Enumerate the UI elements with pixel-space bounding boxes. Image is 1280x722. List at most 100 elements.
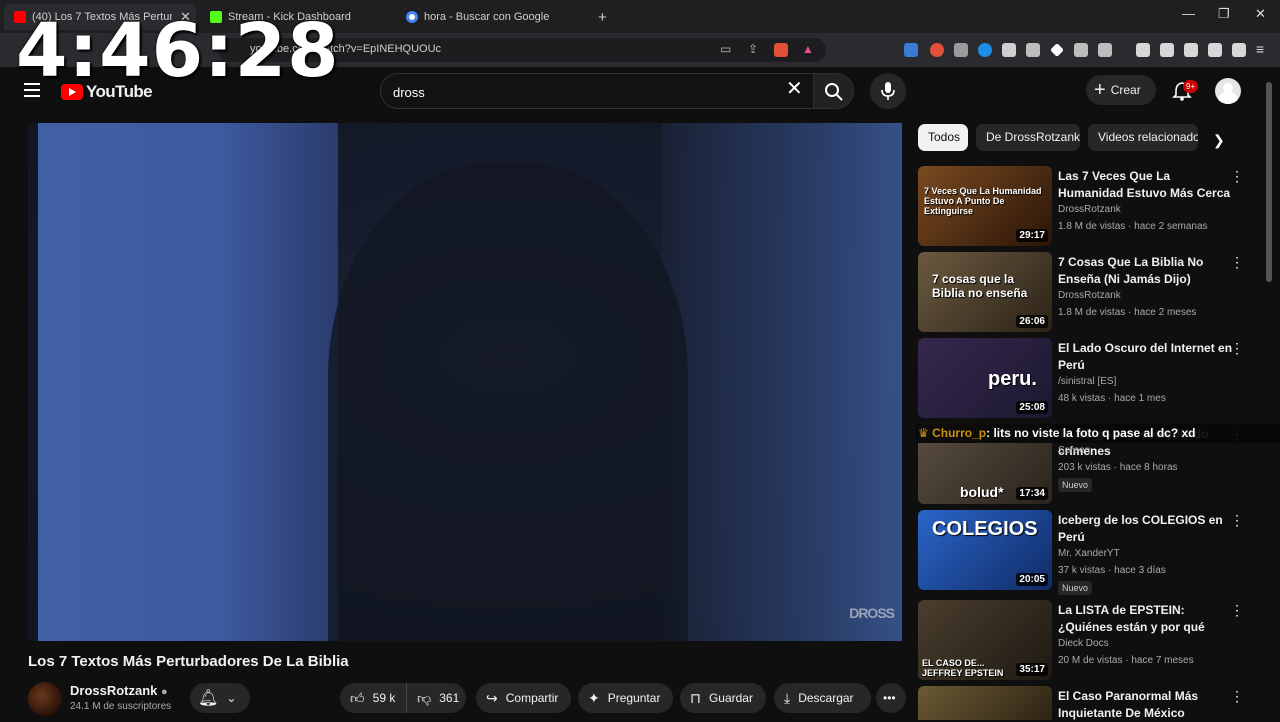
search-input[interactable] <box>393 82 773 102</box>
recommendation-item[interactable]: COLEGIOS 20:05 Iceberg de los COLEGIOS e… <box>918 510 1248 595</box>
new-tab-button[interactable]: + <box>598 4 618 30</box>
more-vertical-icon[interactable]: ⋮ <box>1230 512 1244 529</box>
video-thumbnail[interactable]: 7 Veces Que La Humanidad Estuvo A Punto … <box>918 166 1052 246</box>
maximize-icon[interactable]: ❐ <box>1218 6 1230 22</box>
plus-icon: + <box>1094 79 1106 101</box>
video-player[interactable]: DROSS <box>28 123 902 641</box>
chip-from-channel[interactable]: De DrossRotzank <box>976 124 1080 151</box>
translate-extension-icon[interactable] <box>904 43 918 57</box>
close-window-icon[interactable]: ✕ <box>1255 6 1266 22</box>
ask-label: Preguntar <box>607 691 661 705</box>
shield-extension-icon[interactable] <box>954 43 968 57</box>
search-box <box>380 73 814 109</box>
recommendation-item[interactable]: EL CASO DE... JEFFREY EPSTEIN 35:17 La L… <box>918 600 1248 680</box>
recommendation-channel[interactable]: /sinistral [ES] <box>1058 376 1116 387</box>
channel-watermark: DROSS <box>849 605 895 621</box>
music-icon[interactable] <box>1136 43 1150 57</box>
more-vertical-icon[interactable]: ⋮ <box>1230 340 1244 357</box>
chip-all[interactable]: Todos <box>918 124 968 151</box>
subscription-bell-button[interactable]: 🔔︎ ⌄ <box>190 683 250 713</box>
browser-tab-google[interactable]: hora - Buscar con Google <box>396 4 592 30</box>
clear-search-icon[interactable]: ✕ <box>786 79 803 99</box>
sparkle-icon: ✦ <box>588 689 600 706</box>
channel-avatar[interactable] <box>28 682 62 716</box>
video-thumbnail[interactable]: COLEGIOS 20:05 <box>918 510 1052 590</box>
recommendation-meta: 1.8 M de vistas · hace 2 meses <box>1058 307 1197 318</box>
recommendation-meta: 20 M de vistas · hace 7 meses <box>1058 655 1194 666</box>
recommendation-title[interactable]: La LISTA de EPSTEIN: ¿Quiénes están y po… <box>1058 602 1236 636</box>
more-vertical-icon[interactable]: ⋮ <box>1230 602 1244 619</box>
more-vertical-icon[interactable]: ⋮ <box>1230 688 1244 705</box>
share-icon: ↪ <box>486 689 498 706</box>
bell-icon: 🔔︎ <box>198 690 219 707</box>
recommendation-item[interactable]: 7 cosas que la Biblia no enseña 26:06 7 … <box>918 252 1248 332</box>
chat-message: lits no viste la foto q pase al dc? xd <box>993 426 1196 440</box>
brave-shield-icon[interactable] <box>774 43 788 57</box>
account-avatar[interactable] <box>1215 78 1241 104</box>
thumbnail-text: EL CASO DE... JEFFREY EPSTEIN <box>922 658 1004 678</box>
recommendation-item[interactable]: peru. 25:08 El Lado Oscuro del Internet … <box>918 338 1248 418</box>
chip-related[interactable]: Videos relacionados <box>1088 124 1198 151</box>
recommendation-title[interactable]: El Lado Oscuro del Internet en Perú <box>1058 340 1236 374</box>
recommendation-item[interactable]: El Caso Paranormal Más Inquietante De Mé… <box>918 686 1248 720</box>
thumbnail-text: COLEGIOS <box>932 518 1038 540</box>
video-frame-left <box>38 123 338 641</box>
wallet-icon[interactable] <box>1184 43 1198 57</box>
recommendation-meta: 37 k vistas · hace 3 días <box>1058 565 1166 576</box>
like-button[interactable]: 👍︎ 59 k <box>340 683 406 713</box>
share-label: Compartir <box>505 691 559 705</box>
chips-next-icon[interactable]: ❯ <box>1213 132 1225 149</box>
channel-name[interactable]: DrossRotzank ● <box>70 683 168 698</box>
video-frame-figure <box>328 163 688 641</box>
browser-menu-icon[interactable]: ≡ <box>1256 41 1264 57</box>
capture-extension-icon[interactable] <box>1098 43 1112 57</box>
voice-search-button[interactable] <box>870 73 906 109</box>
dislike-button[interactable]: 👎︎ 361 <box>406 683 466 713</box>
video-duration: 35:17 <box>1016 663 1048 676</box>
video-thumbnail[interactable] <box>918 686 1052 720</box>
cast-icon[interactable]: ▭ <box>720 42 731 56</box>
recommendation-title[interactable]: 7 Cosas Que La Biblia No Enseña (Ni Jamá… <box>1058 254 1236 288</box>
ai-icon[interactable] <box>1208 43 1222 57</box>
recommendation-title[interactable]: El Caso Paranormal Más Inquietante De Mé… <box>1058 688 1236 722</box>
save-button[interactable]: ⊓ Guardar <box>680 683 766 713</box>
diamond-extension-icon[interactable] <box>1050 43 1064 57</box>
search-icon <box>825 83 843 101</box>
share-button[interactable]: ↪ Compartir <box>476 683 571 713</box>
recommendation-channel[interactable]: DrossRotzank <box>1058 204 1121 215</box>
new-badge: Nuevo <box>1058 478 1093 492</box>
recommendation-channel[interactable]: DrossRotzank <box>1058 290 1121 301</box>
brave-rewards-icon[interactable]: ▲ <box>802 42 814 56</box>
fire-extension-icon[interactable] <box>930 43 944 57</box>
thumbs-down-icon: 👎︎ <box>417 689 432 706</box>
recommendation-channel[interactable]: Spreen <box>1058 445 1090 456</box>
recommendation-channel[interactable]: Mr. XanderYT <box>1058 548 1120 559</box>
bookmark-icon: ⊓ <box>690 689 701 706</box>
video-thumbnail[interactable]: peru. 25:08 <box>918 338 1052 418</box>
recommendation-channel[interactable]: Dieck Docs <box>1058 638 1109 649</box>
more-actions-button[interactable]: ••• <box>876 683 906 713</box>
video-thumbnail[interactable]: 7 cosas que la Biblia no enseña 26:06 <box>918 252 1052 332</box>
page-scrollbar[interactable] <box>1266 82 1272 282</box>
share-page-icon[interactable]: ⇪ <box>748 42 758 56</box>
image-extension-icon[interactable] <box>1026 43 1040 57</box>
document-extension-icon[interactable] <box>1002 43 1016 57</box>
recommendation-title[interactable]: Las 7 Veces Que La Humanidad Estuvo Más … <box>1058 168 1236 202</box>
more-vertical-icon[interactable]: ⋮ <box>1230 168 1244 185</box>
ask-button[interactable]: ✦ Preguntar <box>578 683 673 713</box>
more-vertical-icon[interactable]: ⋮ <box>1230 254 1244 271</box>
google-favicon-icon <box>406 11 418 23</box>
minimize-icon[interactable]: — <box>1182 6 1195 21</box>
video-thumbnail[interactable]: EL CASO DE... JEFFREY EPSTEIN 35:17 <box>918 600 1052 680</box>
recommendation-title[interactable]: Iceberg de los COLEGIOS en Perú <box>1058 512 1236 546</box>
recommendation-item[interactable]: 7 Veces Que La Humanidad Estuvo A Punto … <box>918 166 1248 246</box>
extensions-puzzle-icon[interactable] <box>1074 43 1088 57</box>
create-label: Crear <box>1110 83 1141 97</box>
create-button[interactable]: + Crear <box>1086 75 1156 105</box>
search-button[interactable] <box>814 73 854 109</box>
save-label: Guardar <box>708 691 753 705</box>
download-button[interactable]: ⤓ Descargar <box>774 683 871 713</box>
vpn-icon[interactable] <box>1232 43 1246 57</box>
blue-extension-icon[interactable] <box>978 43 992 57</box>
sidebar-icon[interactable] <box>1160 43 1174 57</box>
